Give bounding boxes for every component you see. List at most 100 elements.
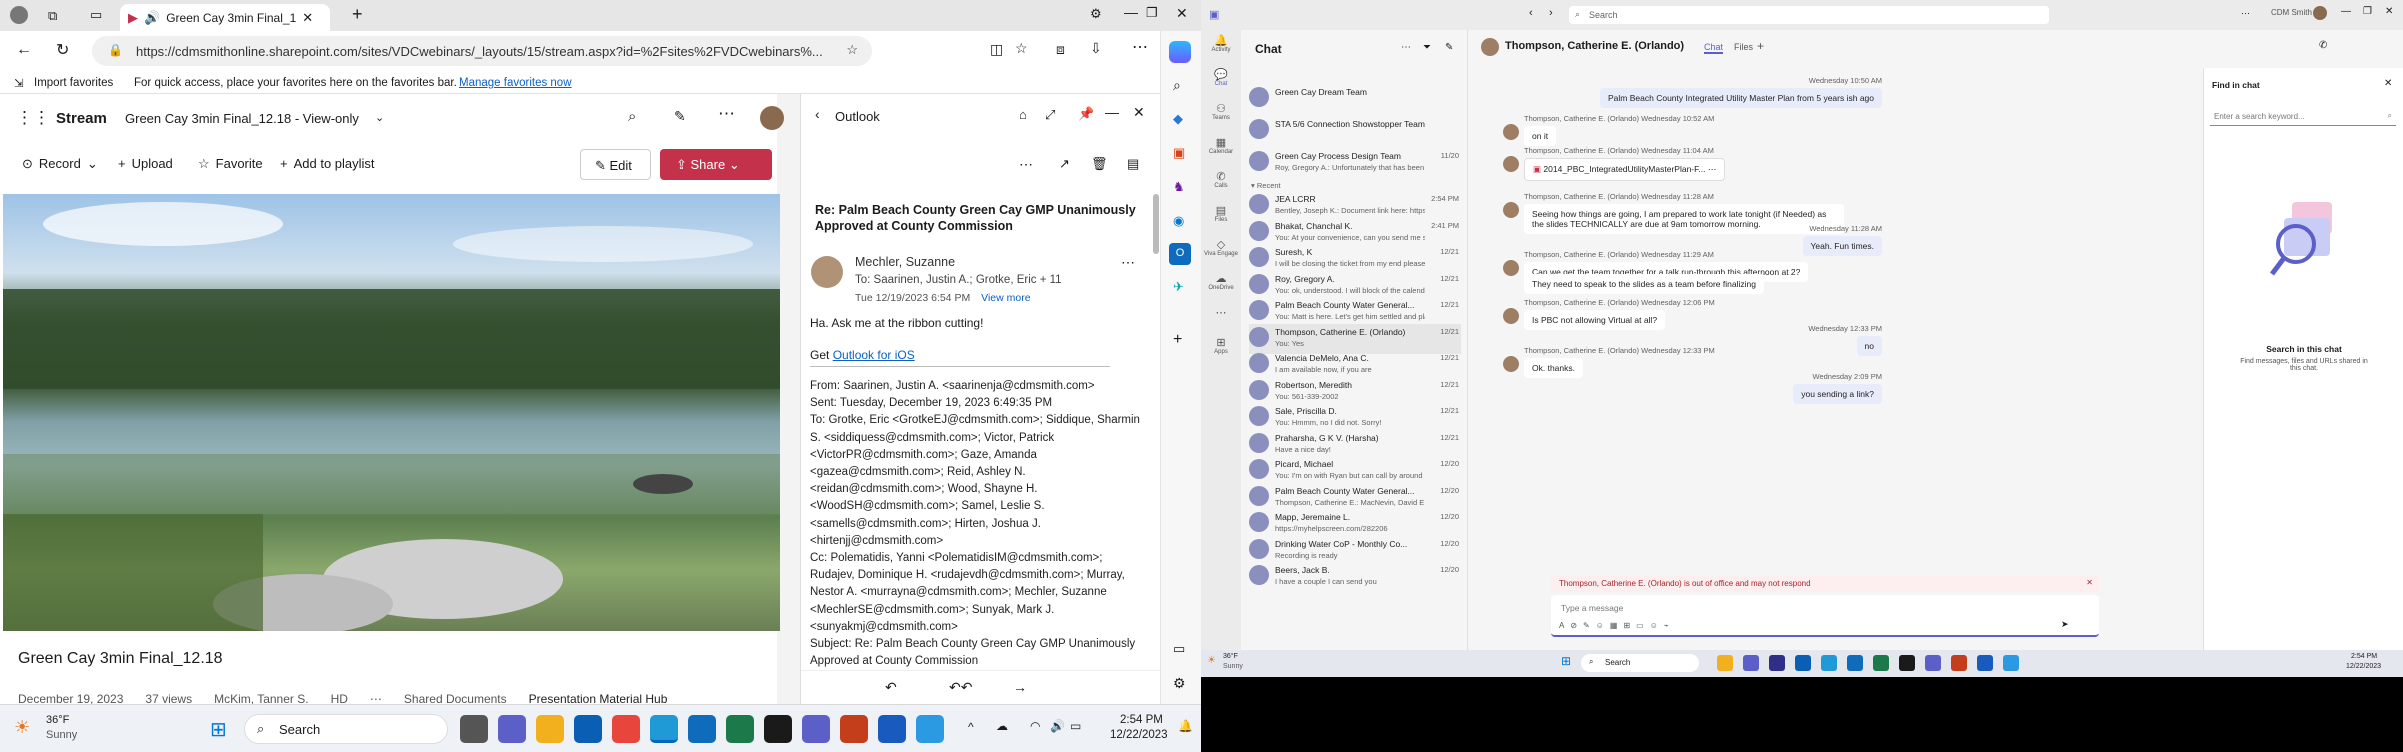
clock-time[interactable]: 2:54 PM — [2351, 653, 2377, 660]
hide-sidebar-icon[interactable]: ▭ — [1173, 641, 1185, 657]
compose-box[interactable]: Type a message A⊘✎☺▦⊞▭☺⌁ ➤ — [1551, 595, 2099, 637]
copilot-icon[interactable] — [1169, 41, 1191, 63]
document-title[interactable]: Green Cay 3min Final_12.18 - View-only — [125, 111, 359, 126]
upload-button[interactable]: + Upload — [118, 156, 173, 171]
edit-button[interactable]: ✎ Edit — [580, 149, 651, 180]
import-favorites-button[interactable]: Import favorites — [34, 77, 113, 89]
vertical-tabs-icon[interactable]: ▭ — [90, 7, 102, 23]
edge-icon[interactable] — [1821, 655, 1837, 671]
wifi-icon[interactable]: ◠ — [1030, 719, 1040, 733]
teams-icon[interactable] — [498, 715, 526, 743]
send-icon[interactable]: ➤ — [2061, 619, 2069, 630]
new-chat-icon[interactable]: ✎ — [1445, 42, 1453, 53]
close-tab-icon[interactable]: ✕ — [302, 10, 313, 26]
app-launcher-icon[interactable]: ⋮⋮ — [16, 108, 50, 128]
chat-list-item[interactable]: Valencia DeMelo, Ana C. I am available no… — [1249, 350, 1461, 380]
received-message[interactable]: Thompson, Catherine E. (Orlando) Wednesd… — [1524, 192, 1844, 234]
settings-icon[interactable]: ⚙ — [1173, 675, 1186, 692]
close-pane-icon[interactable]: ✕ — [1133, 104, 1145, 121]
volume-icon[interactable]: 🔊 — [1050, 719, 1065, 733]
chat-list-item[interactable]: Beers, Jack B. I have a couple I can send… — [1249, 562, 1461, 592]
chat-list-item[interactable]: Palm Beach County Water General... Thomps… — [1249, 483, 1461, 513]
chat-list-item[interactable]: JEA LCRR Bentley, Joseph K.: Document lin… — [1249, 191, 1461, 221]
terminal-icon[interactable] — [1899, 655, 1915, 671]
scrollbar[interactable] — [1153, 194, 1159, 254]
chat-list-item[interactable]: Robertson, Meredith You: 561-339-2002 12/2… — [1249, 377, 1461, 407]
vs-icon[interactable] — [1769, 655, 1785, 671]
minimize-pane-icon[interactable]: — — [1105, 104, 1119, 120]
chevron-up-icon[interactable]: ^ — [968, 720, 974, 734]
minimize-icon[interactable]: — — [1124, 4, 1138, 20]
received-message[interactable]: Thompson, Catherine E. (Orlando) Wednesd… — [1524, 146, 1726, 181]
chat-list-item[interactable]: STA 5/6 Connection Showstopper Team — [1249, 116, 1461, 146]
chat-list-item[interactable]: Suresh, K I will be closing the ticket fr… — [1249, 244, 1461, 274]
chat-list-item[interactable]: Bhakat, Chanchal K. You: At your convenie… — [1249, 218, 1461, 248]
new-tab-icon[interactable]: + — [352, 4, 363, 25]
call-icon[interactable]: ✆ — [2319, 40, 2327, 51]
maximize-icon[interactable]: ❐ — [2363, 6, 2372, 17]
store-icon[interactable] — [1795, 655, 1811, 671]
url-field[interactable]: 🔒 https://cdmsmithonline.sharepoint.com/… — [92, 36, 872, 66]
chat-list-item[interactable]: Roy, Gregory A. You: ok, understood. I wi… — [1249, 271, 1461, 301]
file-explorer-icon[interactable] — [1717, 655, 1733, 671]
microsoft365-icon[interactable]: ◉ — [1173, 213, 1184, 229]
received-message[interactable]: Thompson, Catherine E. (Orlando) Wednesd… — [1524, 346, 1715, 378]
close-icon[interactable]: ✕ — [2086, 578, 2093, 587]
minimize-icon[interactable]: — — [2341, 6, 2351, 17]
chrome-icon[interactable] — [612, 715, 640, 743]
rail-calendar[interactable]: ▦ Calendar — [1203, 136, 1239, 155]
sent-message[interactable]: Wednesday 12:33 PM no — [1808, 324, 1882, 356]
close-icon[interactable]: ✕ — [2385, 6, 2393, 17]
rail-onedrive[interactable]: ☁ OneDrive — [1203, 272, 1239, 291]
video-player[interactable] — [3, 194, 780, 631]
more-menu-icon[interactable]: ⋯ — [1132, 37, 1148, 57]
terminal-icon[interactable] — [764, 715, 792, 743]
sent-message[interactable]: Wednesday 2:09 PM you sending a link? — [1793, 372, 1882, 404]
message-more-icon[interactable]: ⋯ — [1121, 254, 1135, 271]
more-icon[interactable]: ⋯ — [2241, 8, 2250, 19]
sender-name[interactable]: Mechler, Suzanne — [855, 255, 955, 269]
workspaces-icon[interactable]: ⧉ — [48, 8, 57, 24]
pin-icon[interactable]: 📌 — [1078, 106, 1094, 122]
recipients[interactable]: To: Saarinen, Justin A.; Grotke, Eric + … — [855, 274, 1062, 286]
rail-viva-engage[interactable]: ◇ Viva Engage — [1203, 238, 1239, 257]
word-icon[interactable] — [1977, 655, 1993, 671]
teams-search-input[interactable]: ⌕ Search — [1569, 6, 2049, 24]
teams-icon[interactable] — [1743, 655, 1759, 671]
powerpoint-icon[interactable] — [840, 715, 868, 743]
conversation-title[interactable]: Thompson, Catherine E. (Orlando) — [1505, 40, 1684, 52]
popout-icon[interactable]: ↗ — [1059, 156, 1070, 172]
start-icon[interactable]: ⊞ — [210, 717, 227, 742]
edge-dev-icon[interactable] — [916, 715, 944, 743]
task-view-icon[interactable] — [460, 715, 488, 743]
collections-icon[interactable]: ⧈ — [1056, 41, 1065, 58]
taskbar-search[interactable]: ⌕ Search — [244, 714, 448, 744]
rail-apps[interactable]: ⊞ Apps — [1203, 336, 1239, 355]
more-icon[interactable]: ⋯ — [1401, 42, 1411, 53]
search-icon[interactable]: ⌕ — [1173, 77, 1181, 94]
tab-files[interactable]: Files — [1734, 42, 1753, 52]
store-icon[interactable] — [574, 715, 602, 743]
teams-work-icon[interactable] — [802, 715, 830, 743]
record-button[interactable]: ⊙ Record ⌄ — [22, 156, 98, 172]
outlook-taskbar-icon[interactable] — [1847, 655, 1863, 671]
chat-list-item[interactable]: Praharsha, G K V. (Harsha) Have a nice da… — [1249, 430, 1461, 460]
rail-teams[interactable]: ⚇ Teams — [1203, 102, 1239, 121]
favorite-button[interactable]: ☆ Favorite — [198, 156, 263, 172]
filter-icon[interactable]: ⏷ — [1423, 42, 1431, 53]
rail-calls[interactable]: ✆ Calls — [1203, 170, 1239, 189]
chat-list-item[interactable]: Sale, Priscilla D. You: Hmmm, no I did no… — [1249, 403, 1461, 433]
avatar[interactable] — [2313, 6, 2327, 20]
chat-list-item[interactable]: Palm Beach County Water General... You: M… — [1249, 297, 1461, 327]
avatar[interactable] — [760, 106, 784, 130]
chat-list-item[interactable]: Thompson, Catherine E. (Orlando) You: Yes… — [1249, 323, 1461, 354]
back-icon[interactable]: ‹ — [1529, 7, 1533, 19]
share-button[interactable]: ⇪ Share ⌄ — [660, 149, 772, 180]
clock-date[interactable]: 12/22/2023 — [1110, 729, 1168, 741]
weather-temp[interactable]: 36°F — [46, 714, 69, 726]
home-icon[interactable]: ⌂ — [1019, 107, 1027, 122]
clock-time[interactable]: 2:54 PM — [1120, 714, 1163, 726]
rail-files[interactable]: ▤ Files — [1203, 204, 1239, 223]
split-screen-icon[interactable]: ◫ — [990, 41, 1003, 58]
chat-list-item[interactable]: Mapp, Jeremaine L. https://myhelpscreen.c… — [1249, 509, 1461, 539]
